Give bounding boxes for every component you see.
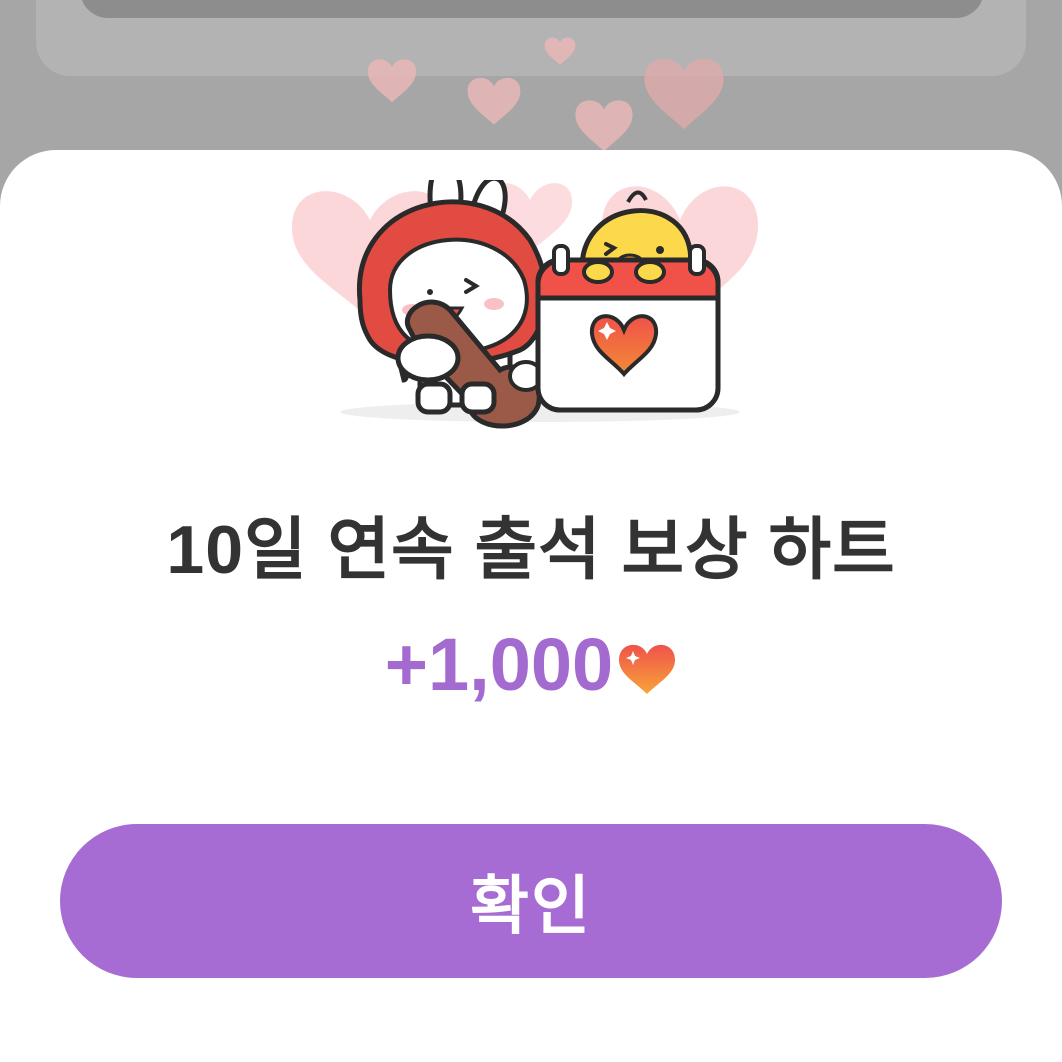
heart-icon	[619, 644, 676, 694]
attendance-illustration	[291, 180, 759, 429]
confirm-button-label: 확인	[470, 870, 592, 942]
reward-title: 10일 연속 출석 보상 하트	[166, 512, 896, 588]
confirm-button[interactable]: 확인	[60, 824, 1002, 978]
reward-amount: +1,000	[384, 623, 614, 706]
reward-row: +1,000	[0, 620, 1062, 710]
